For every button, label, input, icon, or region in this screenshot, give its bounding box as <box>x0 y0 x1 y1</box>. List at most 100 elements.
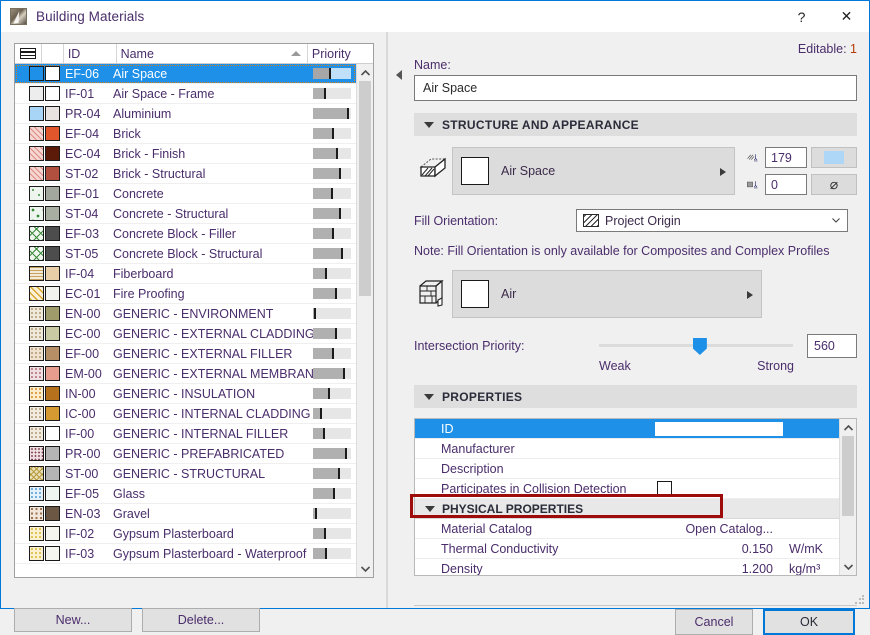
property-row[interactable]: Description <box>415 459 839 479</box>
table-row[interactable]: EF-06Air Space <box>15 64 356 84</box>
list-scrollbar[interactable] <box>356 64 373 577</box>
property-value[interactable] <box>655 481 783 496</box>
property-row[interactable]: Participates in Collision Detection <box>415 479 839 499</box>
material-name: Gypsum Plasterboard <box>113 527 313 541</box>
table-row[interactable]: IF-02Gypsum Plasterboard <box>15 524 356 544</box>
table-row[interactable]: EC-00GENERIC - EXTERNAL CLADDING <box>15 324 356 344</box>
new-button[interactable]: New... <box>14 608 132 632</box>
name-input[interactable]: Air Space <box>414 75 857 101</box>
editable-count: Editable: 1 <box>414 42 857 58</box>
delete-button[interactable]: Delete... <box>142 608 260 632</box>
structure-section-header[interactable]: STRUCTURE AND APPEARANCE <box>414 113 857 136</box>
scroll-down-icon[interactable] <box>840 558 856 575</box>
scroll-up-icon[interactable] <box>357 64 373 81</box>
column-header-icon[interactable] <box>15 44 42 63</box>
properties-scrollbar[interactable] <box>839 419 856 575</box>
slider-strong-label: Strong <box>757 359 794 373</box>
property-row[interactable]: Material CatalogOpen Catalog... <box>415 519 839 539</box>
material-surface-swatch <box>45 406 60 421</box>
table-row[interactable]: EN-00GENERIC - ENVIRONMENT <box>15 304 356 324</box>
property-value[interactable]: EF-06 <box>655 422 783 436</box>
table-row[interactable]: IC-00GENERIC - INTERNAL CLADDING <box>15 404 356 424</box>
surface-picker[interactable]: Air <box>452 270 762 318</box>
collision-detection-checkbox[interactable] <box>657 481 672 496</box>
help-button[interactable]: ? <box>779 1 824 32</box>
material-id: IF-01 <box>60 87 113 101</box>
property-value[interactable]: 1.200 <box>655 562 783 576</box>
intersection-priority-slider[interactable] <box>599 336 793 356</box>
list-scroll-track[interactable] <box>357 81 373 560</box>
property-row[interactable]: Manufacturer <box>415 439 839 459</box>
table-row[interactable]: EF-00GENERIC - EXTERNAL FILLER <box>15 344 356 364</box>
fill-orientation-select[interactable]: Project Origin <box>576 209 848 232</box>
table-row[interactable]: EN-03Gravel <box>15 504 356 524</box>
intersection-priority-input[interactable]: 560 <box>807 334 857 358</box>
table-row[interactable]: IN-00GENERIC - INSULATION <box>15 384 356 404</box>
cut-fill-picker[interactable]: Air Space <box>452 147 735 195</box>
material-priority <box>313 228 356 239</box>
material-id: EN-00 <box>60 307 113 321</box>
properties-scroll-track[interactable] <box>840 436 856 558</box>
column-header-priority[interactable]: Priority <box>308 44 373 63</box>
table-row[interactable]: EM-00GENERIC - EXTERNAL MEMBRANE <box>15 364 356 384</box>
ok-button[interactable]: OK <box>763 609 855 635</box>
dialog-body: ID Name Priority EF-06Air SpaceIF-01Air … <box>1 32 869 608</box>
priority-bar <box>313 128 351 139</box>
table-row[interactable]: ST-00GENERIC - STRUCTURAL <box>15 464 356 484</box>
transparent-background-button[interactable]: ⌀ <box>811 174 857 195</box>
material-priority <box>313 148 356 159</box>
material-priority <box>313 508 356 519</box>
table-row[interactable]: EC-04Brick - Finish <box>15 144 356 164</box>
background-pen-input[interactable]: 0 <box>765 174 807 195</box>
table-row[interactable]: ST-02Brick - Structural <box>15 164 356 184</box>
column-header-id[interactable]: ID <box>64 44 117 63</box>
table-row[interactable]: IF-04Fiberboard <box>15 264 356 284</box>
table-row[interactable]: EF-05Glass <box>15 484 356 504</box>
column-header-swatch[interactable] <box>42 44 64 63</box>
resize-grip[interactable] <box>854 594 866 606</box>
table-row[interactable]: IF-01Air Space - Frame <box>15 84 356 104</box>
foreground-pen-color-button[interactable] <box>811 147 857 168</box>
table-row[interactable]: IF-03Gypsum Plasterboard - Waterproof <box>15 544 356 564</box>
material-surface-swatch <box>45 246 60 261</box>
materials-list: ID Name Priority EF-06Air SpaceIF-01Air … <box>14 43 374 578</box>
close-button[interactable]: ✕ <box>824 1 869 32</box>
details-content: Editable: 1 Name: Air Space STRUCTURE AN… <box>414 42 857 576</box>
cancel-button[interactable]: Cancel <box>675 609 753 635</box>
table-row[interactable]: IF-00GENERIC - INTERNAL FILLER <box>15 424 356 444</box>
foreground-pen-icon <box>747 150 761 166</box>
table-row[interactable]: PR-00GENERIC - PREFABRICATED <box>15 444 356 464</box>
table-row[interactable]: PR-04Aluminium <box>15 104 356 124</box>
property-value[interactable]: 0.150 <box>655 542 783 556</box>
list-scroll-thumb[interactable] <box>359 81 371 296</box>
material-priority <box>313 328 356 339</box>
collapse-panel-icon[interactable] <box>393 68 405 82</box>
column-header-name[interactable]: Name <box>117 44 308 63</box>
surface-label: Air <box>501 287 516 301</box>
table-row[interactable]: EC-01Fire Proofing <box>15 284 356 304</box>
foreground-pen-input[interactable]: 179 <box>765 147 807 168</box>
slider-thumb[interactable] <box>693 338 707 355</box>
table-row[interactable]: ST-04Concrete - Structural <box>15 204 356 224</box>
property-row[interactable]: Thermal Conductivity0.150W/mK <box>415 539 839 559</box>
property-row[interactable]: Density1.200kg/m³ <box>415 559 839 576</box>
scroll-up-icon[interactable] <box>840 419 856 436</box>
hatch-icon <box>583 214 599 227</box>
property-name: Description <box>415 462 655 476</box>
properties-subheader[interactable]: PHYSICAL PROPERTIES <box>415 499 839 519</box>
table-row[interactable]: EF-04Brick <box>15 124 356 144</box>
properties-section-header[interactable]: PROPERTIES <box>414 385 857 408</box>
material-priority <box>313 468 356 479</box>
slider-scale-labels: Weak Strong <box>414 359 857 373</box>
material-priority <box>313 408 356 419</box>
properties-scroll-thumb[interactable] <box>842 436 854 516</box>
property-name: Material Catalog <box>415 522 655 536</box>
table-row[interactable]: EF-01Concrete <box>15 184 356 204</box>
property-value[interactable]: Open Catalog... <box>655 522 783 536</box>
priority-bar-marker <box>323 428 325 439</box>
property-row[interactable]: IDEF-06 <box>415 419 839 439</box>
table-row[interactable]: ST-05Concrete Block - Structural <box>15 244 356 264</box>
table-row[interactable]: EF-03Concrete Block - Filler <box>15 224 356 244</box>
priority-bar <box>313 348 351 359</box>
scroll-down-icon[interactable] <box>357 560 373 577</box>
